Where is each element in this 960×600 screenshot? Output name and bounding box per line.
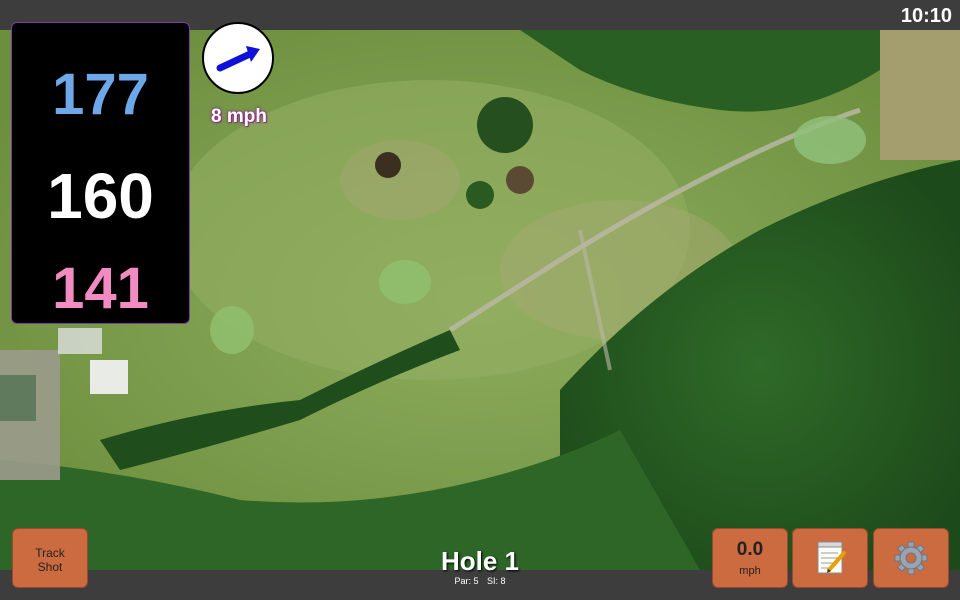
notes-button[interactable] [792,528,868,588]
track-shot-label: Track Shot [35,546,65,574]
gear-icon [894,541,928,575]
track-shot-button[interactable]: Track Shot [12,528,88,588]
wind-unit: mph [739,565,761,577]
arrow-right-icon [216,46,260,72]
hole-par: Par: 5 [454,576,479,586]
clock: 10:10 [900,5,952,27]
hole-stroke-index: SI: 8 [487,576,506,586]
hole-title: Hole 1 [440,546,520,576]
notepad-icon [817,541,846,574]
distance-front: 141 [52,256,149,321]
distance-back: 177 [52,62,149,127]
distance-panel: 177 160 141 [11,22,190,324]
wind-speed-label: 8 mph [211,106,267,127]
wind-value: 0.0 [736,539,764,560]
hole-info: Par: 5 SI: 8 [380,576,580,586]
distance-middle: 160 [47,160,154,232]
wind-direction-indicator [202,22,274,94]
settings-button[interactable] [873,528,949,588]
wind-button[interactable]: 0.0 mph [712,528,788,588]
